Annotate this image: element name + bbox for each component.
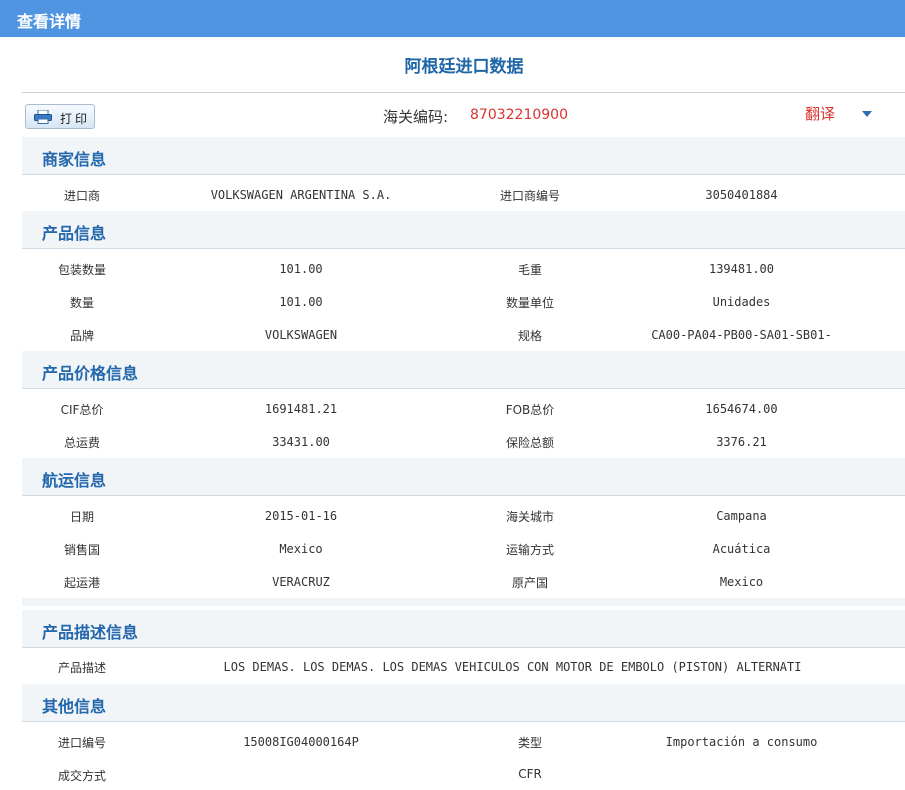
field-value: CFR: [518, 767, 542, 781]
field-value: 1691481.21: [264, 402, 338, 416]
printer-icon: [34, 110, 52, 124]
field-value: Unidades: [712, 295, 771, 309]
field-value: 33431.00: [272, 435, 330, 449]
field-label: 运输方式: [505, 543, 554, 557]
field-value: Acuática: [712, 542, 771, 556]
section-shipping-header: 航运信息: [22, 458, 905, 496]
field-value: Mexico: [279, 542, 323, 556]
translate-link[interactable]: 翻译: [805, 103, 835, 124]
product-description: LOS DEMAS. LOS DEMAS. LOS DEMAS VEHICULO…: [223, 660, 802, 674]
field-label: 总运费: [63, 436, 100, 450]
field-value: Campana: [716, 509, 767, 523]
chevron-down-icon[interactable]: [862, 111, 872, 117]
page-title: 阿根廷进口数据: [404, 57, 524, 77]
hs-code-value: 87032210900: [470, 107, 568, 123]
field-label: 产品描述: [57, 661, 106, 675]
field-label: 进口商编号: [499, 189, 560, 203]
field-label: 数量: [69, 296, 94, 310]
section-title: 产品价格信息: [42, 364, 139, 383]
section-description-header: 产品描述信息: [22, 610, 905, 648]
field-label: 包装数量: [57, 263, 106, 277]
divider: [22, 598, 905, 606]
field-label: 销售国: [63, 543, 100, 557]
field-value: 3050401884: [705, 188, 778, 202]
section-title: 航运信息: [42, 471, 107, 490]
field-label: FOB总价: [505, 403, 555, 417]
field-value: 1654674.00: [705, 402, 778, 416]
section-other-header: 其他信息: [22, 684, 905, 722]
field-label: 品牌: [69, 329, 94, 343]
field-value: 101.00: [279, 262, 323, 276]
field-value: 139481.00: [708, 262, 775, 276]
window-title: 查看详情: [17, 12, 82, 31]
field-value: 15008IG04000164P: [243, 735, 359, 749]
section-merchant-header: 商家信息: [22, 137, 905, 175]
field-value: VOLKSWAGEN ARGENTINA S.A.: [210, 188, 392, 202]
field-value: 3376.21: [716, 435, 767, 449]
field-label: 保险总额: [505, 436, 554, 450]
field-label: 数量单位: [505, 296, 554, 310]
field-label: 规格: [517, 329, 542, 343]
field-label: 毛重: [517, 263, 542, 277]
field-label: 日期: [69, 510, 94, 524]
field-value: CA00-PA04-PB00-SA01-SB01-: [651, 328, 832, 342]
print-button[interactable]: 打印: [25, 104, 95, 129]
section-title: 其他信息: [42, 697, 107, 716]
field-value: Mexico: [719, 575, 764, 589]
field-label: 类型: [517, 736, 542, 750]
section-price-header: 产品价格信息: [22, 351, 905, 389]
field-value: VERACRUZ: [272, 575, 330, 589]
field-value: VOLKSWAGEN: [264, 328, 338, 342]
section-title: 产品信息: [42, 224, 107, 243]
print-label: 打印: [60, 112, 91, 126]
hs-code-label: 海关编码:: [383, 108, 449, 126]
section-product-header: 产品信息: [22, 211, 905, 249]
field-label: 原产国: [511, 576, 548, 590]
title-bar: 查看详情: [0, 0, 905, 37]
section-title: 产品描述信息: [42, 623, 139, 642]
field-value: 101.00: [279, 295, 323, 309]
divider: [22, 92, 905, 93]
section-title: 商家信息: [42, 150, 107, 169]
field-label: 海关城市: [505, 510, 554, 524]
field-value: 2015-01-16: [264, 509, 338, 523]
field-value: Importación a consumo: [665, 735, 818, 749]
field-label: CIF总价: [60, 403, 104, 417]
field-label: 起运港: [63, 576, 100, 590]
field-label: 进口编号: [57, 736, 106, 750]
field-label: 成交方式: [57, 769, 106, 783]
field-label: 进口商: [63, 189, 100, 203]
